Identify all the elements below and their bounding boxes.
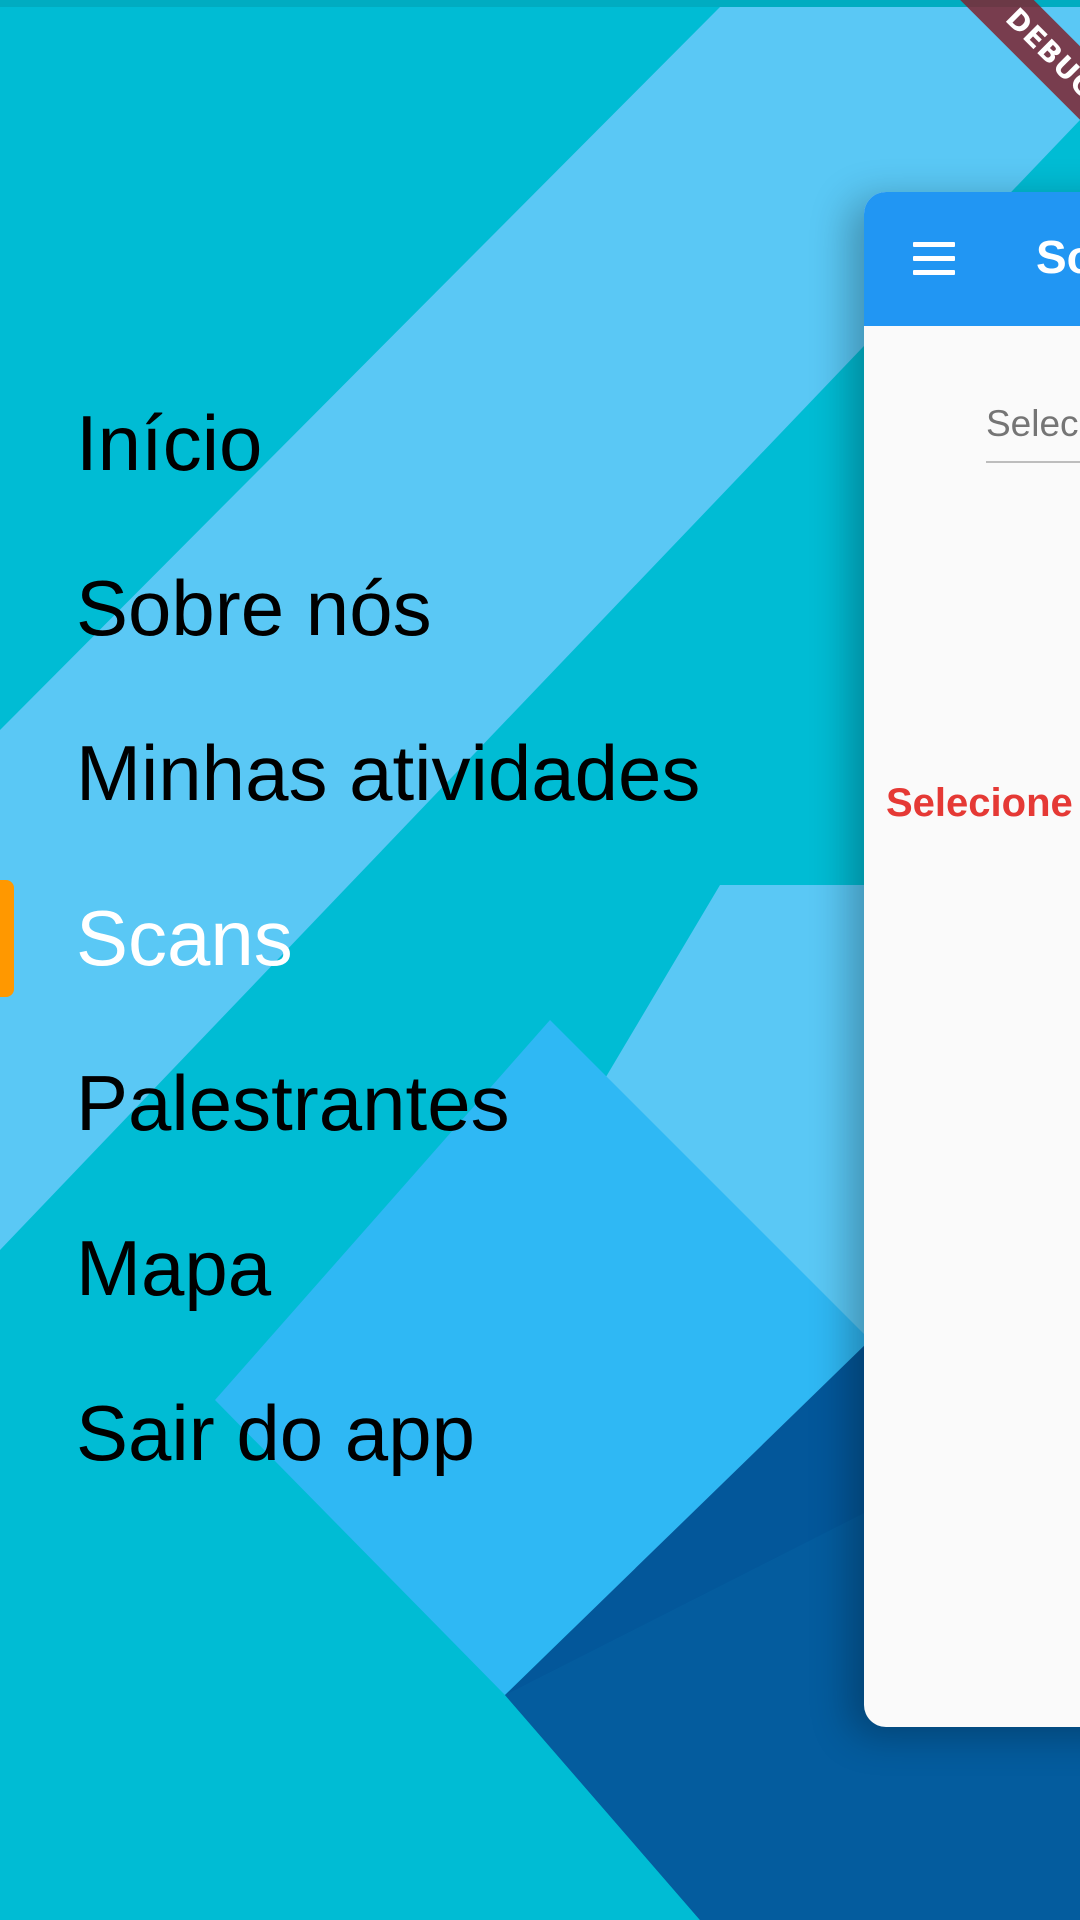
activity-select-dropdown[interactable]: Selec <box>986 397 1080 463</box>
main-page-preview[interactable]: So Selec Selecione <box>864 192 1080 1727</box>
select-placeholder: Selec <box>986 403 1079 444</box>
menu-item-inicio[interactable]: Início <box>76 398 262 488</box>
menu-item-palestrantes[interactable]: Palestrantes <box>76 1058 510 1148</box>
page-title: So <box>1036 231 1080 283</box>
drawer-menu: Início Sobre nós Minhas atividades Scans… <box>0 0 860 1920</box>
app-bar: So <box>864 192 1080 326</box>
menu-item-mapa[interactable]: Mapa <box>76 1223 271 1313</box>
menu-item-minhas-atividades[interactable]: Minhas atividades <box>76 728 700 818</box>
hamburger-icon[interactable] <box>908 234 958 284</box>
app-screen: Início Sobre nós Minhas atividades Scans… <box>0 0 1080 1920</box>
menu-item-sair-do-app[interactable]: Sair do app <box>76 1388 475 1478</box>
warning-message: Selecione <box>886 781 1073 825</box>
menu-item-sobre-nos[interactable]: Sobre nós <box>76 563 432 653</box>
menu-item-scans[interactable]: Scans <box>76 893 293 983</box>
active-item-indicator <box>0 880 14 997</box>
